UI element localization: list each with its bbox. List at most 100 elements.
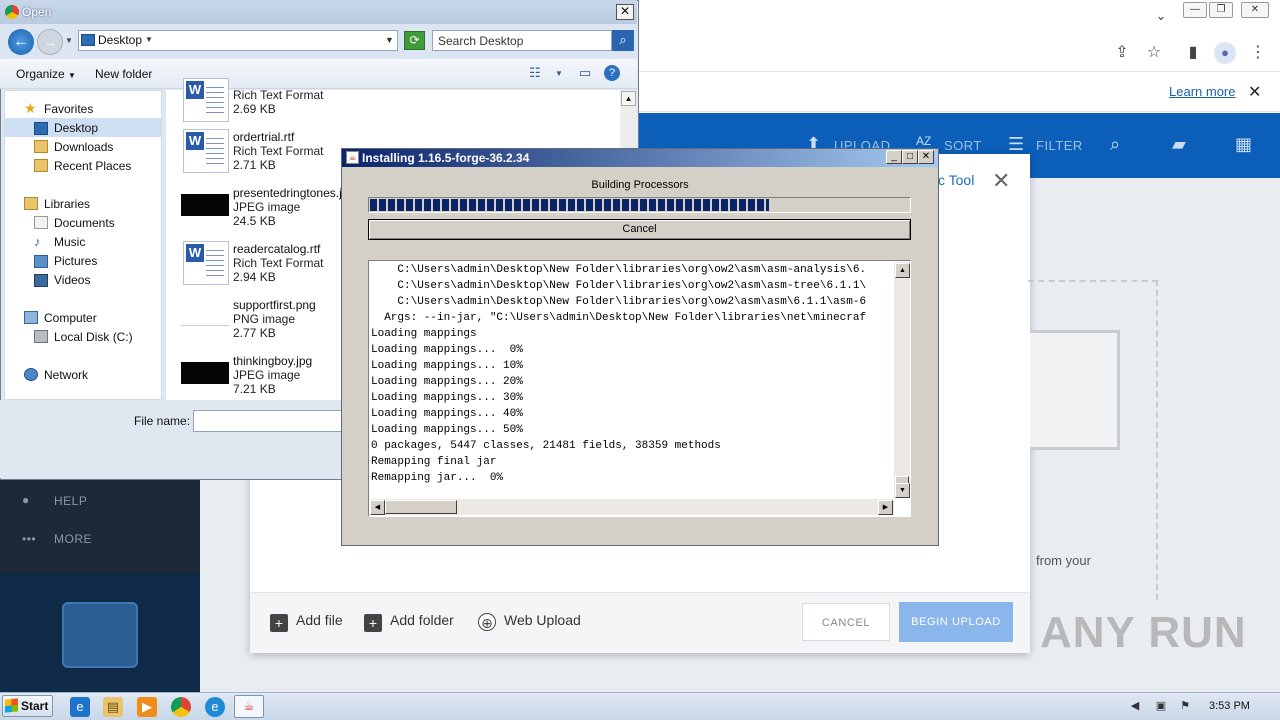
bookmark-star-icon[interactable]: ☆	[1144, 43, 1164, 63]
file-name: thinkingboy.jpg	[233, 354, 313, 368]
address-dropdown-icon[interactable]: ▼	[385, 35, 394, 45]
globe-icon: ⊕	[478, 613, 496, 631]
profile-avatar[interactable]: ●	[1214, 42, 1236, 64]
file-type: Rich Text Format	[233, 88, 324, 102]
log-scroll-up-icon[interactable]: ▲	[895, 263, 910, 278]
nav-item-computer[interactable]: Computer	[44, 311, 97, 325]
add-file-icon: +	[270, 614, 288, 632]
music-icon: ♪	[34, 234, 41, 249]
tab-search-icon[interactable]: ⌄	[1151, 6, 1171, 26]
documents-icon	[34, 216, 48, 229]
desktop-icon	[34, 122, 48, 135]
media-player-icon[interactable]: ▶	[137, 697, 157, 717]
file-name-label: File name:	[134, 414, 191, 428]
installer-close-button[interactable]: ✕	[918, 150, 934, 164]
begin-upload-button[interactable]: BEGIN UPLOAD	[899, 602, 1013, 642]
nav-item-favorites[interactable]: Favorites	[44, 102, 93, 116]
log-line: Loading mappings	[371, 328, 477, 340]
log-line: Remapping jar... 0%	[371, 472, 504, 484]
organize-button[interactable]: Organize ▼	[16, 67, 76, 81]
log-line: Loading mappings... 30%	[371, 392, 523, 404]
share-icon[interactable]: ⇪	[1112, 43, 1132, 63]
view-options-icon[interactable]: ☷	[526, 65, 544, 81]
videos-icon	[34, 274, 48, 287]
grid-view-icon[interactable]: ▦	[1235, 134, 1252, 155]
nav-item-desktop[interactable]: Desktop	[54, 121, 98, 135]
add-file-button[interactable]: + Add file	[270, 612, 343, 632]
sidebar-help[interactable]: HELP	[54, 494, 87, 508]
modal-close-icon[interactable]: ✕	[992, 168, 1010, 194]
nav-item-network[interactable]: Network	[44, 368, 88, 382]
web-upload-button[interactable]: ⊕ Web Upload	[478, 612, 581, 631]
minimize-button[interactable]: —	[1183, 2, 1207, 18]
log-horizontal-scroll-thumb[interactable]	[385, 500, 457, 514]
windows-logo-icon	[5, 698, 18, 713]
organize-dropdown-icon: ▼	[68, 71, 76, 80]
header-filter[interactable]: FILTER	[1036, 138, 1083, 153]
log-scroll-down-icon[interactable]: ▼	[895, 483, 910, 498]
java-icon: ☕	[346, 151, 359, 164]
nav-item-local-disk[interactable]: Local Disk (C:)	[54, 330, 133, 344]
forward-button[interactable]: →	[37, 29, 63, 55]
cookie-close-icon[interactable]: ✕	[1248, 82, 1261, 102]
installer-minimize-button[interactable]: _	[886, 150, 902, 164]
learn-more-link[interactable]: Learn more	[1169, 84, 1235, 99]
close-window-button[interactable]: ✕	[1241, 2, 1269, 18]
refresh-button[interactable]: ⟳	[404, 31, 425, 50]
add-folder-button[interactable]: + Add folder	[364, 612, 454, 632]
add-file-label: Add file	[296, 612, 343, 628]
more-icon[interactable]: •••	[22, 532, 36, 546]
file-explorer-icon[interactable]: ▤	[103, 697, 123, 717]
file-type: JPEG image	[233, 368, 301, 382]
chrome-icon[interactable]	[171, 697, 191, 717]
restore-button[interactable]: ❐	[1209, 2, 1233, 18]
search-icon[interactable]: ⌕	[1110, 134, 1120, 155]
log-scroll-right-icon[interactable]: ▶	[878, 500, 893, 515]
nav-item-libraries[interactable]: Libraries	[44, 197, 90, 211]
back-button[interactable]: ←	[8, 29, 34, 55]
installer-cancel-button[interactable]: Cancel	[368, 219, 911, 240]
sidebar-more[interactable]: MORE	[54, 532, 92, 546]
nav-item-videos[interactable]: Videos	[54, 273, 90, 287]
java-installer-task-button[interactable]: ☕	[234, 695, 264, 718]
installer-status: Building Processors	[591, 179, 689, 191]
new-folder-button[interactable]: New folder	[95, 67, 152, 81]
file-name-input[interactable]	[193, 410, 343, 432]
log-scroll-left-icon[interactable]: ◀	[370, 500, 385, 515]
history-dropdown-icon[interactable]: ▼	[65, 36, 73, 45]
search-icon[interactable]: ⌕	[612, 30, 634, 51]
internet-explorer-icon[interactable]: e	[70, 697, 90, 717]
log-vertical-scrollbar[interactable]	[894, 262, 910, 498]
menu-kebab-icon[interactable]: ⋮	[1248, 43, 1268, 63]
view-dropdown-icon[interactable]: ▼	[550, 69, 568, 85]
network-tray-icon[interactable]: ▣	[1154, 699, 1168, 713]
header-sort[interactable]: SORT	[944, 138, 982, 153]
filter-icon[interactable]: ☰	[1008, 134, 1024, 155]
file-size: 24.5 KB	[233, 214, 276, 228]
help-icon[interactable]: ●	[22, 493, 30, 507]
scroll-up-arrow-icon[interactable]: ▲	[621, 91, 636, 106]
organize-label: Organize	[16, 67, 65, 81]
favorites-star-icon: ★	[24, 100, 37, 116]
installer-maximize-button[interactable]: □	[902, 150, 918, 164]
nav-item-music[interactable]: Music	[54, 235, 85, 249]
sort-icon[interactable]: AZ	[916, 134, 931, 148]
open-dialog-close-button[interactable]: ✕	[616, 4, 634, 20]
nav-item-pictures[interactable]: Pictures	[54, 254, 97, 268]
log-line: Loading mappings... 20%	[371, 376, 523, 388]
side-panel-icon[interactable]: ▮	[1183, 43, 1203, 63]
breadcrumb-chevron-icon[interactable]: ▼	[145, 35, 153, 44]
help-icon[interactable]: ?	[604, 65, 620, 81]
preview-pane-icon[interactable]: ▭	[576, 65, 594, 81]
nav-item-documents[interactable]: Documents	[54, 216, 115, 230]
taskbar-clock[interactable]: 3:53 PM	[1209, 700, 1250, 712]
file-size: 2.77 KB	[233, 326, 276, 340]
volume-icon[interactable]: ◀	[1128, 699, 1142, 713]
action-center-flag-icon[interactable]: ⚑	[1178, 699, 1192, 713]
nav-item-recent-places[interactable]: Recent Places	[54, 159, 131, 173]
cancel-upload-button[interactable]: CANCEL	[802, 603, 890, 641]
new-folder-icon[interactable]: ▰	[1172, 134, 1186, 155]
open-dialog-title: Open	[22, 5, 52, 19]
edge-icon[interactable]: e	[205, 697, 225, 717]
nav-item-downloads[interactable]: Downloads	[54, 140, 113, 154]
